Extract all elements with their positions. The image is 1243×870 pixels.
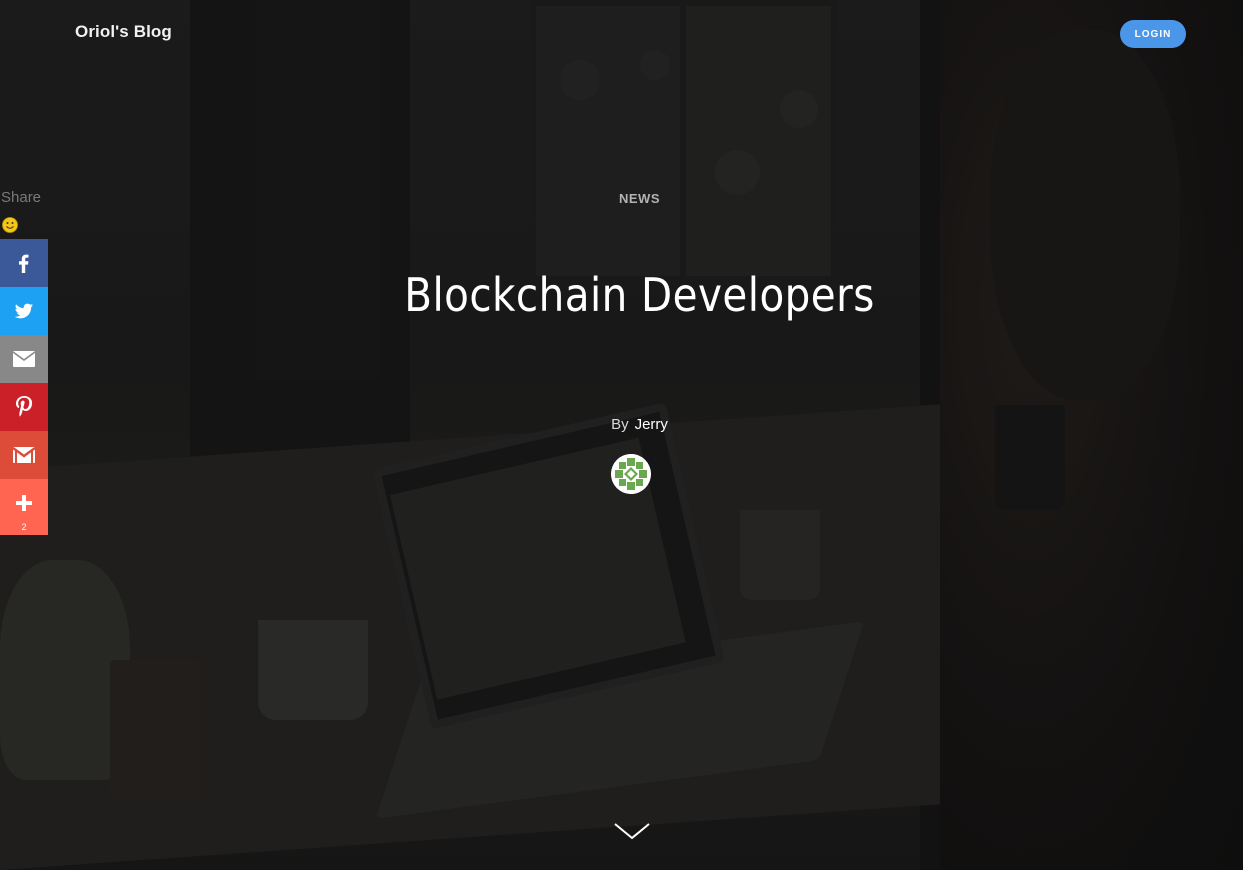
share-count: 2	[21, 522, 27, 532]
post-category[interactable]: NEWS	[18, 191, 1243, 206]
author-link[interactable]: Jerry	[635, 416, 668, 433]
site-title-link[interactable]: Oriol's Blog	[75, 22, 172, 42]
smiley-icon	[2, 217, 18, 233]
scroll-down-chevron-icon[interactable]	[612, 818, 652, 844]
post-title: Blockchain Developers	[404, 268, 875, 322]
share-label: Share	[1, 189, 42, 206]
share-more-button[interactable]: 2	[0, 479, 48, 535]
byline-prefix: By	[611, 416, 629, 433]
plus-icon	[16, 495, 32, 511]
share-facebook-button[interactable]	[0, 239, 48, 287]
hero-background	[0, 0, 1243, 870]
gmail-icon	[12, 447, 36, 463]
pinterest-icon	[16, 396, 33, 417]
share-bar: 2	[0, 239, 48, 535]
author-avatar[interactable]	[611, 454, 651, 494]
share-twitter-button[interactable]	[0, 287, 48, 335]
login-button[interactable]: LOGIN	[1120, 20, 1186, 48]
share-pinterest-button[interactable]	[0, 383, 48, 431]
facebook-icon	[19, 254, 29, 273]
twitter-icon	[14, 303, 34, 319]
share-email-button[interactable]	[0, 335, 48, 383]
email-icon	[12, 351, 36, 367]
post-byline: By Jerry	[18, 416, 1243, 433]
share-gmail-button[interactable]	[0, 431, 48, 479]
